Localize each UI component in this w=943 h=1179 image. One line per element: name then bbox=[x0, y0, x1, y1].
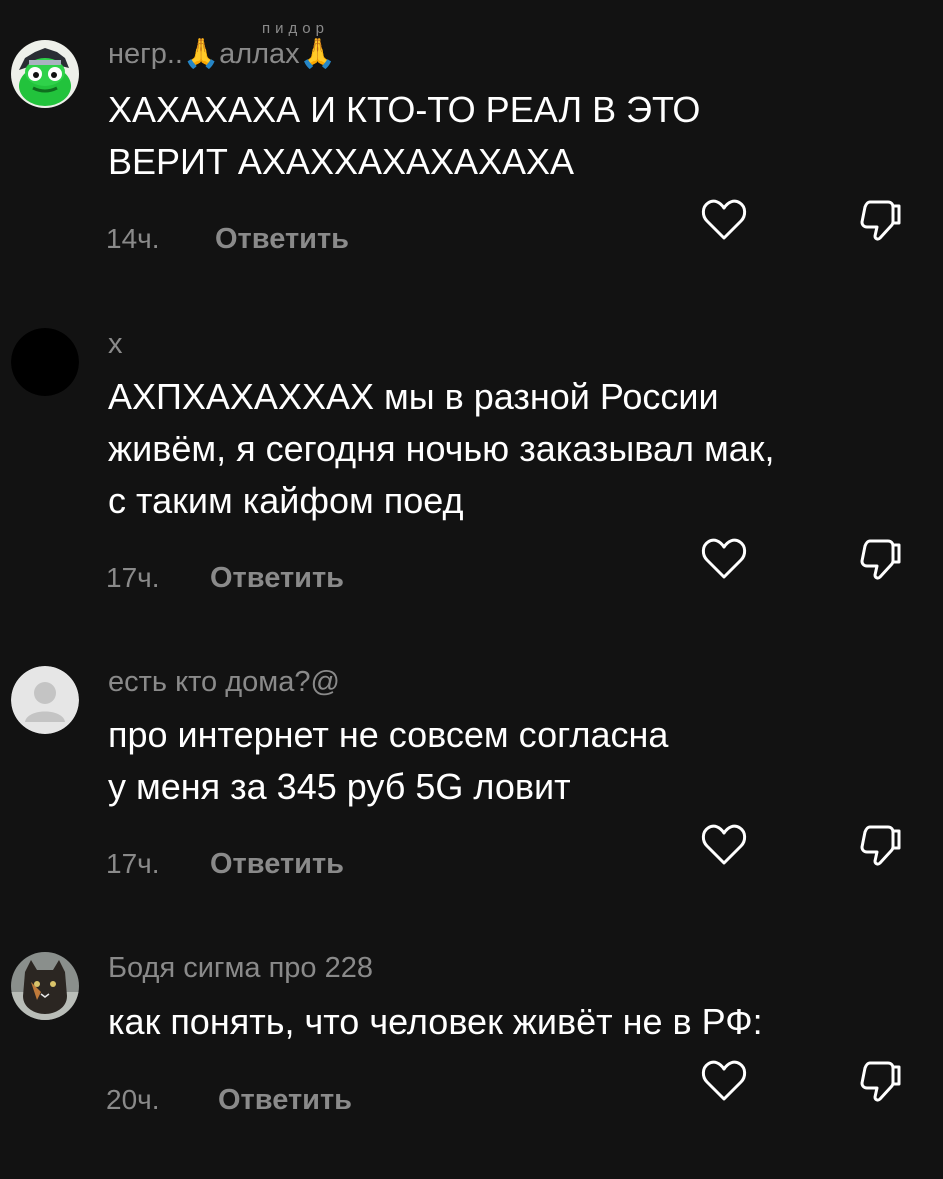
comment-text-line: ХАХАХАХА И КТО-ТО РЕАЛ В ЭТО bbox=[108, 89, 701, 130]
comment-timestamp: 20ч. bbox=[106, 1084, 160, 1115]
reply-button[interactable]: Ответить bbox=[210, 562, 344, 594]
frog-avatar-icon bbox=[11, 40, 79, 108]
reply-button[interactable]: Ответить bbox=[210, 848, 344, 880]
dislike-icon[interactable] bbox=[856, 821, 904, 869]
comment-text-line: живём, я сегодня ночью заказывал мак, bbox=[108, 428, 775, 469]
heart-icon[interactable] bbox=[700, 196, 748, 244]
heart-icon[interactable] bbox=[700, 535, 748, 583]
comment-timestamp: 17ч. bbox=[106, 848, 160, 879]
avatar[interactable] bbox=[11, 40, 79, 108]
comment-username[interactable]: Бодя сигма про 228 bbox=[108, 951, 373, 985]
comment-text-line: ВЕРИТ АХАХХАХАХАХАХА bbox=[108, 141, 575, 182]
comment-text: про интернет не совсем согласна у меня з… bbox=[108, 709, 928, 813]
comment-text-line: АХПХАХАХХАХ мы в разной России bbox=[108, 376, 719, 417]
reply-button[interactable]: Ответить bbox=[215, 223, 349, 255]
comment-username[interactable]: есть кто дома?@ bbox=[108, 665, 340, 699]
dislike-icon[interactable] bbox=[856, 196, 904, 244]
comment-username[interactable]: негр..🙏аллах🙏 bbox=[108, 37, 336, 71]
comment-text-line: как понять, что человек живёт не в РФ: bbox=[108, 1001, 763, 1042]
heart-icon[interactable] bbox=[700, 821, 748, 869]
avatar[interactable] bbox=[11, 328, 79, 396]
username-decoration: пидор bbox=[262, 20, 329, 37]
reply-button[interactable]: Ответить bbox=[218, 1084, 352, 1116]
comment-text-line: с таким кайфом поед bbox=[108, 480, 464, 521]
dislike-icon[interactable] bbox=[856, 1057, 904, 1105]
default-avatar-icon bbox=[11, 666, 79, 734]
black-avatar-icon bbox=[11, 328, 79, 396]
comment-text-line: у меня за 345 руб 5G ловит bbox=[108, 766, 571, 807]
comment-text: как понять, что человек живёт не в РФ: bbox=[108, 996, 928, 1048]
dislike-icon[interactable] bbox=[856, 535, 904, 583]
comment-text: АХПХАХАХХАХ мы в разной России живём, я … bbox=[108, 371, 928, 527]
comment-timestamp: 14ч. bbox=[106, 223, 160, 254]
comment-text: ХАХАХАХА И КТО-ТО РЕАЛ В ЭТО ВЕРИТ АХАХХ… bbox=[108, 84, 928, 188]
cat-avatar-icon bbox=[11, 952, 79, 1020]
avatar[interactable] bbox=[11, 666, 79, 734]
avatar[interactable] bbox=[11, 952, 79, 1020]
comment-username[interactable]: x bbox=[108, 327, 123, 361]
heart-icon[interactable] bbox=[700, 1057, 748, 1105]
comment-text-line: про интернет не совсем согласна bbox=[108, 714, 669, 755]
comment-timestamp: 17ч. bbox=[106, 562, 160, 593]
